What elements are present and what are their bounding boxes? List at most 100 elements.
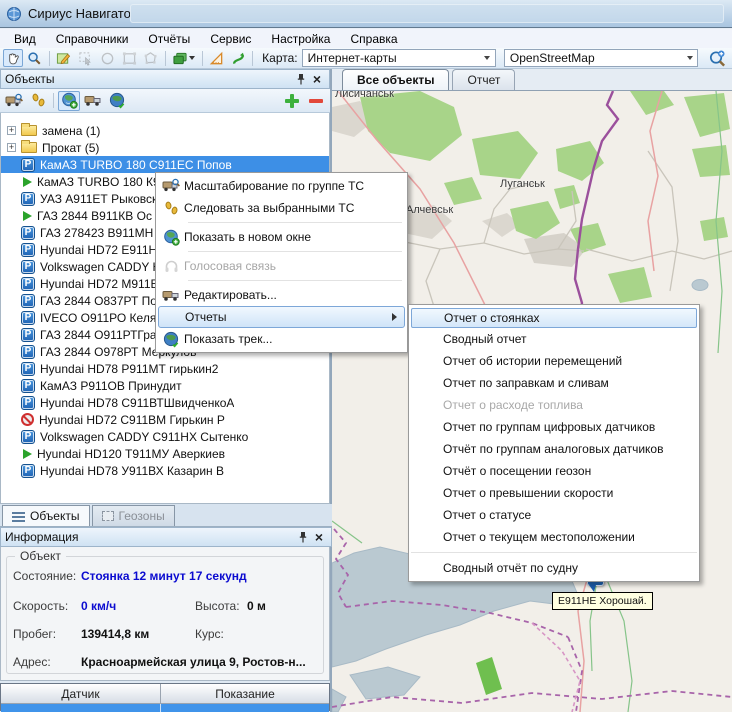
- column-header-reading[interactable]: Показание: [161, 684, 329, 703]
- pan-hand-icon[interactable]: [3, 49, 23, 67]
- route-icon[interactable]: [228, 49, 248, 67]
- toolbar-separator: [202, 51, 203, 66]
- tree-item[interactable]: КамАЗ Р911ОВ Принудит: [1, 377, 329, 394]
- globe-check-icon[interactable]: [106, 91, 128, 111]
- submenu-item[interactable]: Отчет по заправкам и сливам: [411, 372, 697, 394]
- submenu-item[interactable]: Отчет о расходе топлива: [411, 394, 697, 416]
- mileage-value: 139414,8 км: [81, 627, 149, 641]
- submenu-item[interactable]: Отчет о превышении скорости: [411, 482, 697, 504]
- layers-icon[interactable]: [170, 49, 198, 67]
- expander-icon[interactable]: +: [7, 126, 16, 135]
- menu-bar: Вид Справочники Отчёты Сервис Настройка …: [0, 29, 732, 48]
- menu-separator: [188, 222, 402, 223]
- submenu-item[interactable]: Отчет о статусе: [411, 504, 697, 526]
- objects-panel-title: Объекты: [5, 72, 55, 86]
- close-icon[interactable]: ×: [309, 72, 325, 86]
- expander-icon[interactable]: +: [7, 143, 16, 152]
- menu-separator: [188, 280, 402, 281]
- chevron-down-icon[interactable]: [682, 50, 697, 66]
- submenu-item[interactable]: Отчет об истории перемещений: [411, 350, 697, 372]
- pin-icon[interactable]: [293, 72, 309, 86]
- tab-all-objects[interactable]: Все объекты: [342, 69, 449, 90]
- tree-item-label: замена (1): [42, 124, 100, 138]
- sensor-table-header: Датчик Показание: [1, 684, 329, 704]
- rectangle-icon[interactable]: [119, 49, 139, 67]
- menu-item-follow[interactable]: Следовать за выбранными ТС: [158, 197, 405, 219]
- parking-icon: [21, 464, 35, 478]
- tree-item[interactable]: + Прокат (5): [1, 139, 329, 156]
- table-row[interactable]: [1, 704, 329, 712]
- course-label: Курс:: [195, 627, 224, 641]
- tab-geozones[interactable]: Геозоны: [92, 505, 175, 526]
- tree-item[interactable]: Volkswagen CADDY С911НХ Сытенко: [1, 428, 329, 445]
- menu-item-show-track[interactable]: Показать трек...: [158, 328, 405, 350]
- menu-item[interactable]: Настройка: [261, 30, 340, 48]
- submenu-item[interactable]: Отчет о стоянках: [411, 308, 697, 328]
- bottom-tab-strip: Объекты Геозоны: [0, 504, 332, 527]
- select-region-icon[interactable]: [75, 49, 95, 67]
- tab-report[interactable]: Отчет: [452, 69, 515, 90]
- truck-icon[interactable]: [82, 91, 104, 111]
- tree-item[interactable]: Hyundai HD72 С911ВМ Гирькин Р: [1, 411, 329, 428]
- ellipse-icon[interactable]: [97, 49, 117, 67]
- map-provider-select[interactable]: OpenStreetMap: [504, 49, 698, 67]
- tree-item-label: Hyundai HD78 Р911МТ гирькин2: [40, 362, 218, 376]
- parking-icon: [21, 328, 35, 342]
- submenu-item[interactable]: Сводный отчет: [411, 328, 697, 350]
- menu-item-zoom-group[interactable]: Масштабирование по группе ТС: [158, 175, 405, 197]
- menu-item[interactable]: Справка: [340, 30, 407, 48]
- info-panel-body: Объект Состояние: Стоянка 12 минут 17 се…: [0, 547, 330, 681]
- map-zoom-plus-icon[interactable]: [705, 49, 729, 67]
- parking-icon: [21, 260, 35, 274]
- measure-icon[interactable]: [207, 49, 227, 67]
- zoom-icon[interactable]: [25, 49, 45, 67]
- menu-item[interactable]: Справочники: [46, 30, 139, 48]
- tree-item[interactable]: КамАЗ TURBO 180 С911ЕС Попов: [1, 156, 329, 173]
- footprints-icon[interactable]: [27, 91, 49, 111]
- tree-item[interactable]: Hyundai HD78 У911ВХ Казарин В: [1, 462, 329, 479]
- title-bar[interactable]: Сириус Навигатор -: [0, 0, 732, 28]
- add-icon[interactable]: [281, 91, 303, 111]
- tree-item[interactable]: Hyundai HD78 С911ВТШвидченкоА: [1, 394, 329, 411]
- tab-objects[interactable]: Объекты: [2, 505, 90, 526]
- remove-icon[interactable]: [305, 91, 327, 111]
- altitude-label: Высота:: [195, 599, 240, 613]
- info-panel-header: Информация ×: [0, 527, 332, 547]
- tree-item[interactable]: + замена (1): [1, 122, 329, 139]
- tree-item-label: УАЗ А911ЕТ Рыковск: [40, 192, 157, 206]
- menu-item-edit[interactable]: Редактировать...: [158, 284, 405, 306]
- menu-item[interactable]: Отчёты: [138, 30, 200, 48]
- menu-item[interactable]: Вид: [4, 30, 46, 48]
- truck-search-icon[interactable]: [3, 91, 25, 111]
- altitude-value: 0 м: [247, 599, 266, 613]
- chevron-down-icon[interactable]: [480, 50, 495, 66]
- submenu-item-label: Отчет о текущем местоположении: [443, 530, 635, 544]
- tree-item[interactable]: Hyundai HD78 Р911МТ гирькин2: [1, 360, 329, 377]
- submenu-item-label: Сводный отчёт по судну: [443, 561, 578, 575]
- submenu-item[interactable]: Отчет по группам цифровых датчиков: [411, 416, 697, 438]
- menu-item-show-new-window[interactable]: Показать в новом окне: [158, 226, 405, 248]
- submenu-item[interactable]: Сводный отчёт по судну: [411, 552, 697, 578]
- menu-item[interactable]: Сервис: [200, 30, 261, 48]
- parking-icon: [21, 311, 35, 325]
- parking-icon: [21, 158, 35, 172]
- speed-value: 0 км/ч: [81, 599, 116, 613]
- close-icon[interactable]: ×: [311, 530, 327, 544]
- polygon-icon[interactable]: [141, 49, 161, 67]
- submenu-item[interactable]: Отчёт по группам аналоговых датчиков: [411, 438, 697, 460]
- menu-item-voice[interactable]: Голосовая связь: [158, 255, 405, 277]
- address-label: Адрес:: [13, 655, 51, 669]
- submenu-item[interactable]: Отчет о текущем местоположении: [411, 526, 697, 548]
- menu-item-reports[interactable]: Отчеты: [158, 306, 405, 328]
- submenu-item[interactable]: Отчёт о посещении геозон: [411, 460, 697, 482]
- folder-icon: [21, 142, 37, 153]
- map-edit-icon[interactable]: [54, 49, 74, 67]
- tree-item[interactable]: Hyundai HD120 Т911МУ Аверкиев: [1, 445, 329, 462]
- globe-add-icon[interactable]: [58, 91, 80, 111]
- parking-icon: [21, 396, 35, 410]
- map-type-select[interactable]: Интернет-карты: [302, 49, 496, 67]
- toolbar-separator: [49, 51, 50, 66]
- tree-item-label: ГАЗ 278423 В911МН: [40, 226, 153, 240]
- pin-icon[interactable]: [295, 530, 311, 544]
- column-header-sensor[interactable]: Датчик: [1, 684, 161, 703]
